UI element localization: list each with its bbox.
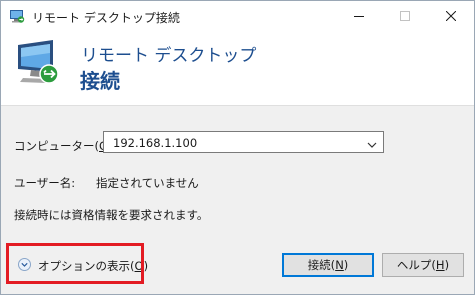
computer-label-text: コンピューター( — [14, 139, 99, 153]
window-title: リモート デスクトップ接続 — [32, 11, 180, 25]
show-options-label[interactable]: オプションの表示(O) — [38, 258, 148, 274]
expand-options-icon[interactable] — [18, 258, 31, 271]
banner-title-line2: 接続 — [80, 69, 120, 93]
minimize-icon — [354, 16, 364, 17]
close-button[interactable] — [428, 1, 474, 31]
close-icon — [446, 11, 456, 21]
remote-desktop-window: リモート デスクトップ接続 リモート デスクトップ 接続 コンピューター(19… — [0, 0, 475, 295]
help-button-text: ヘルプ( — [396, 258, 436, 272]
help-button-accesskey: H — [435, 258, 445, 272]
banner-title-line1: リモート デスクトップ — [81, 46, 257, 66]
credentials-note: 接続時には資格情報を要求されます。 — [14, 208, 209, 222]
show-options-button[interactable]: オプションの表示(O) — [14, 253, 148, 277]
connect-button[interactable]: 接続(N) — [282, 253, 374, 277]
connect-button-text: 接続( — [307, 258, 336, 272]
user-name-value: 指定されていません — [96, 176, 199, 190]
show-options-accesskey: O — [134, 259, 144, 273]
show-options-suffix: ) — [143, 259, 149, 273]
remote-desktop-app-icon — [9, 8, 25, 24]
title-bar: リモート デスクトップ接続 — [1, 1, 474, 31]
chevron-down-icon[interactable] — [367, 138, 377, 152]
maximize-icon — [400, 11, 410, 21]
computer-input-value[interactable]: 192.168.1.100 — [113, 136, 197, 150]
connect-button-suffix: ) — [343, 258, 349, 272]
connect-button-accesskey: N — [335, 258, 344, 272]
computer-combobox[interactable]: 192.168.1.100 — [103, 131, 384, 153]
show-options-text: オプションの表示( — [38, 259, 135, 273]
help-button-suffix: ) — [444, 258, 450, 272]
help-button[interactable]: ヘルプ(H) — [382, 253, 464, 277]
monitor-connection-icon — [15, 39, 63, 89]
minimize-button[interactable] — [336, 1, 382, 31]
user-name-label: ユーザー名: — [14, 176, 76, 190]
header-banner: リモート デスクトップ 接続 — [1, 31, 474, 106]
maximize-button[interactable] — [382, 1, 428, 31]
computer-label: コンピューター(C): — [14, 138, 115, 154]
